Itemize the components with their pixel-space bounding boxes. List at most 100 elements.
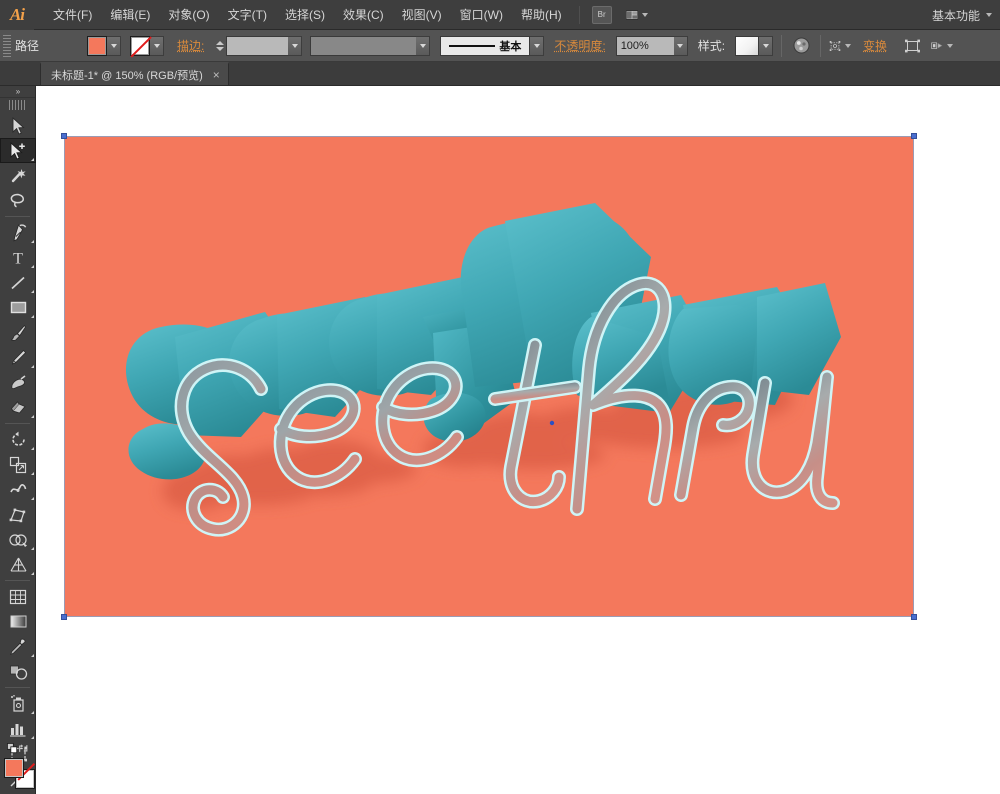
stroke-profile-preview[interactable]: 基本 [440,35,531,56]
workspace-label: 基本功能 [931,8,980,23]
tool-eraser[interactable] [0,395,36,420]
draw-mode-icon[interactable] [931,35,954,57]
tool-blend[interactable] [0,659,36,684]
tool-shape-builder[interactable] [0,527,36,552]
graphic-style-swatch[interactable] [735,35,760,56]
control-divider [820,34,822,57]
style-label: 样式: [697,39,726,53]
tool-flyout-indicator [31,447,34,450]
selection-handle-bottom-right[interactable] [911,614,917,620]
menu-items: 文件(F) 编辑(E) 对象(O) 文字(T) 选择(S) 效果(C) 视图(V… [44,0,648,30]
tools-divider [5,423,30,424]
tool-flyout-indicator [31,290,34,293]
align-icon[interactable] [829,35,852,57]
workspace-switcher[interactable]: 基本功能 [932,0,992,30]
menu-help[interactable]: 帮助(H) [512,4,571,26]
tool-flyout-indicator [31,365,34,368]
tool-selection[interactable] [0,113,36,138]
menu-file[interactable]: 文件(F) [44,4,101,26]
tool-eyedropper[interactable] [0,634,36,659]
stroke-style-input[interactable] [310,35,417,56]
opacity-combo[interactable]: 100% [615,35,688,56]
tool-pen[interactable] [0,220,36,245]
tool-pencil[interactable] [0,345,36,370]
tool-mesh[interactable] [0,584,36,609]
swap-fill-stroke-icon[interactable] [18,742,29,755]
stroke-weight-combo[interactable] [226,35,303,56]
tool-scale[interactable] [0,452,36,477]
opacity-input[interactable]: 100% [615,35,674,56]
document-tab-bar: 未标题-1* @ 150% (RGB/预览) × [0,62,1000,86]
chevron-down-icon [845,43,852,48]
stroke-weight-label[interactable]: 描边: [177,37,204,54]
tool-magic-wand[interactable] [0,163,36,188]
fill-color-swatch[interactable] [87,35,107,56]
tool-lasso[interactable] [0,188,36,213]
default-fill-stroke-icon[interactable] [7,742,18,755]
tool-type[interactable]: T [0,245,36,270]
tool-column-graph[interactable] [0,716,36,741]
fill-swatch-large[interactable] [4,758,24,778]
artwork-see-thru[interactable] [65,137,915,618]
tool-perspective-grid[interactable] [0,552,36,577]
menu-effect[interactable]: 效果(C) [334,4,393,26]
tool-flyout-indicator [31,315,34,318]
document-tab-title: 未标题-1* @ 150% (RGB/预览) [51,69,203,82]
opacity-label[interactable]: 不透明度: [554,37,605,54]
document-tab[interactable]: 未标题-1* @ 150% (RGB/预览) × [40,62,229,85]
tool-flyout-indicator [31,240,34,243]
menu-edit[interactable]: 编辑(E) [101,4,159,26]
control-bar-grip[interactable] [3,34,11,57]
selection-handle-top-right[interactable] [911,133,917,139]
tool-paintbrush[interactable] [0,320,36,345]
tool-line-segment[interactable] [0,270,36,295]
tool-rectangle[interactable] [0,295,36,320]
isolate-selected-object-icon[interactable] [901,35,923,57]
tool-blob-brush[interactable] [0,370,36,395]
selection-handle-top-left[interactable] [61,133,67,139]
recolor-artwork-icon[interactable] [790,35,812,57]
fill-stroke-swatches [0,756,36,792]
tools-panel-collapse-button[interactable]: » [0,86,35,98]
stroke-style-combo[interactable] [310,35,431,56]
tool-free-transform[interactable] [0,502,36,527]
fill-color-control[interactable] [87,35,121,56]
canvas-area[interactable] [36,86,1000,794]
stroke-style-dropdown[interactable] [416,35,431,56]
artboard[interactable] [61,133,917,620]
menu-type[interactable]: 文字(T) [219,4,276,26]
tool-rotate[interactable] [0,427,36,452]
graphic-style-combo[interactable] [735,35,774,56]
fill-dropdown-button[interactable] [107,35,121,56]
opacity-dropdown[interactable] [673,35,688,56]
stroke-weight-input[interactable] [226,35,289,56]
chevron-down-icon [641,12,648,17]
selection-handle-bottom-left[interactable] [61,614,67,620]
close-icon[interactable]: × [213,69,220,81]
tool-flyout-indicator [31,265,34,268]
selection-type-label: 路径 [15,39,40,53]
tool-symbol-sprayer[interactable] [0,691,36,716]
menu-window[interactable]: 窗口(W) [451,4,512,26]
tool-direct-selection[interactable] [0,138,36,163]
stroke-weight-dropdown[interactable] [288,35,303,56]
arrange-documents-icon[interactable] [625,7,648,23]
bridge-icon[interactable]: Br [591,5,612,24]
transform-button[interactable]: 变换 [859,35,891,56]
stroke-color-swatch-none[interactable] [130,35,150,56]
tool-gradient[interactable] [0,609,36,634]
menu-select[interactable]: 选择(S) [276,4,334,26]
menu-object[interactable]: 对象(O) [159,4,218,26]
stroke-dropdown-button[interactable] [150,35,164,56]
tool-width[interactable] [0,477,36,502]
tool-flyout-indicator [31,158,34,161]
menu-view[interactable]: 视图(V) [393,4,451,26]
stroke-weight-stepper[interactable] [214,36,225,56]
stroke-profile-dropdown[interactable] [530,35,545,56]
stroke-profile-combo[interactable]: 基本 [440,35,545,56]
stroke-color-control[interactable] [130,35,164,56]
illustrator-window: Ai 文件(F) 编辑(E) 对象(O) 文字(T) 选择(S) 效果(C) 视… [0,0,1000,794]
tools-divider [5,216,30,217]
graphic-style-dropdown[interactable] [759,35,774,56]
tools-panel-grip[interactable] [9,100,26,110]
